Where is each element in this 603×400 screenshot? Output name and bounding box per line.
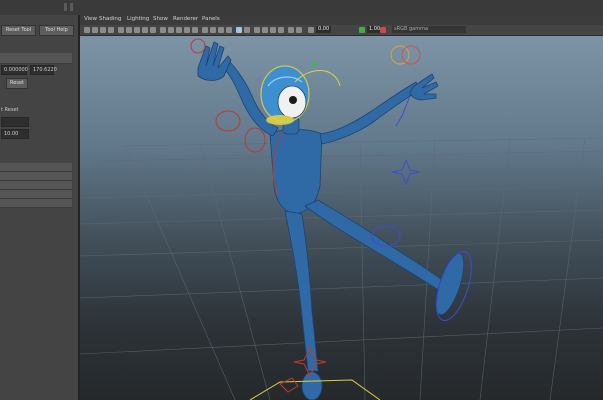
menu-shading[interactable]: Shading [99,16,121,22]
xray-joints-icon[interactable] [236,27,242,33]
menu-show[interactable]: Show [153,16,168,22]
camera-attributes-icon[interactable] [92,27,98,33]
ik-control-circle-b[interactable] [401,45,421,65]
lights-icon[interactable] [210,27,216,33]
safe-title-icon[interactable] [168,27,174,33]
setting-field[interactable] [1,117,29,127]
gamma-icon[interactable] [359,27,365,33]
smooth-shade-icon[interactable] [184,27,190,33]
isolate-select-icon[interactable] [288,27,294,33]
view-transform-select[interactable]: sRGB gamma [392,26,466,33]
select-camera-icon[interactable] [84,27,90,33]
ik-control-circle-a[interactable] [390,45,410,65]
exposure-value[interactable]: 0.00 [316,26,332,33]
xray-icon[interactable] [226,27,232,33]
panel-section-header[interactable] [0,53,72,64]
menu-lighting[interactable]: Lighting [127,16,149,22]
xray-components-icon[interactable] [244,27,250,33]
value-field-a[interactable]: 0.000000 [1,65,28,75]
panel-row-1[interactable] [0,163,72,172]
reset-label: t Reset [1,107,19,113]
motion-blur-icon[interactable] [262,27,268,33]
perspective-viewport[interactable] [80,36,603,400]
numeric-field[interactable]: 10.00 [1,129,29,139]
color-management-icon[interactable] [380,27,386,33]
textured-icon[interactable] [202,27,208,33]
image-plane-icon[interactable] [108,27,114,33]
menu-panels[interactable]: Panels [202,16,220,22]
depth-of-field-icon[interactable] [278,27,284,33]
character-head[interactable] [260,65,310,125]
exposure-icon[interactable] [308,27,314,33]
hud-icon[interactable] [296,27,302,33]
panel-row-4[interactable] [0,190,72,199]
shoulder-control-left[interactable] [244,127,266,153]
scene-canvas[interactable] [80,36,603,400]
value-field-b[interactable]: 170.6220 [30,65,57,75]
viewport-menu-bar: View Shading Lighting Show Renderer Pane… [80,15,603,25]
safe-action-icon[interactable] [160,27,166,33]
locator-marker[interactable] [312,62,316,66]
wireframe-icon[interactable] [176,27,182,33]
shade-wireframe-icon[interactable] [192,27,198,33]
anti-aliasing-icon[interactable] [270,27,276,33]
panel-close-icon[interactable] [70,3,73,11]
gate-mask-icon[interactable] [142,27,148,33]
reset-tool-button[interactable]: Reset Tool [1,25,36,36]
ambient-occlusion-icon[interactable] [254,27,260,33]
tool-settings-panel: Reset Tool Tool Help 0.000000 170.6220 R… [0,15,80,400]
ground-grid [80,137,603,400]
film-gate-icon[interactable] [126,27,132,33]
grid-toggle-icon[interactable] [118,27,124,33]
panel-row-2[interactable] [0,172,72,181]
elbow-control-left[interactable] [215,110,241,132]
panel-grip[interactable] [64,3,67,11]
menu-view[interactable]: View [84,16,97,22]
toe-control[interactable] [279,377,299,393]
tool-help-button[interactable]: Tool Help [39,25,74,36]
reset-button[interactable]: Reset [6,78,28,89]
bookmarks-icon[interactable] [100,27,106,33]
hand-control-left[interactable] [190,38,206,54]
menu-renderer[interactable]: Renderer [173,16,198,22]
title-strip [0,0,603,16]
panel-row-3[interactable] [0,181,72,190]
shadows-icon[interactable] [218,27,224,33]
resolution-gate-icon[interactable] [134,27,140,33]
panel-row-5[interactable] [0,199,72,208]
field-chart-icon[interactable] [150,27,156,33]
viewport-toolbar: 0.00 1.00 sRGB gamma [80,25,603,36]
